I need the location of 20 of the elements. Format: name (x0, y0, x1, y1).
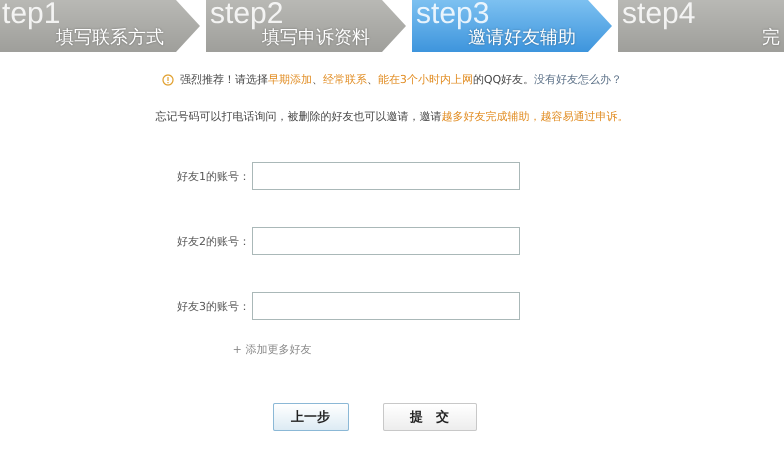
step-label: 邀请好友辅助 (468, 28, 577, 50)
step-label: 填写申诉资料 (262, 28, 371, 50)
step-label: 填写联系方式 (56, 28, 165, 50)
step-number: step3 (415, 0, 490, 28)
account-input[interactable] (252, 227, 520, 255)
account-input[interactable] (252, 292, 520, 320)
account-input[interactable] (252, 162, 520, 190)
field-label: 好友2的账号： (176, 234, 250, 248)
step-number: step2 (209, 0, 284, 28)
field-label: 好友3的账号： (176, 298, 250, 314)
add-friends-link[interactable]: + 添加更多好友 (232, 342, 312, 357)
step-number: tep1 (1, 0, 60, 28)
field-label: 好友1的账号： (176, 168, 250, 184)
notice-text: 忘记号码可以打电话询问，被删除的好友也可以邀请，邀请越多好友完成辅助，越容易通过申诉。 (156, 109, 628, 124)
step-number: step4 (621, 0, 696, 28)
step-label: 完 (762, 28, 781, 50)
back-button[interactable]: 上一步 (272, 403, 348, 431)
help-link[interactable]: 没有好友怎么办？ (534, 73, 622, 86)
submit-button[interactable]: 提 交 (382, 403, 476, 431)
notice-text: 强烈推荐！请选择早期添加、经常联系、能在3个小时内上网的QQ好友。没有好友怎么办？ (180, 72, 622, 87)
